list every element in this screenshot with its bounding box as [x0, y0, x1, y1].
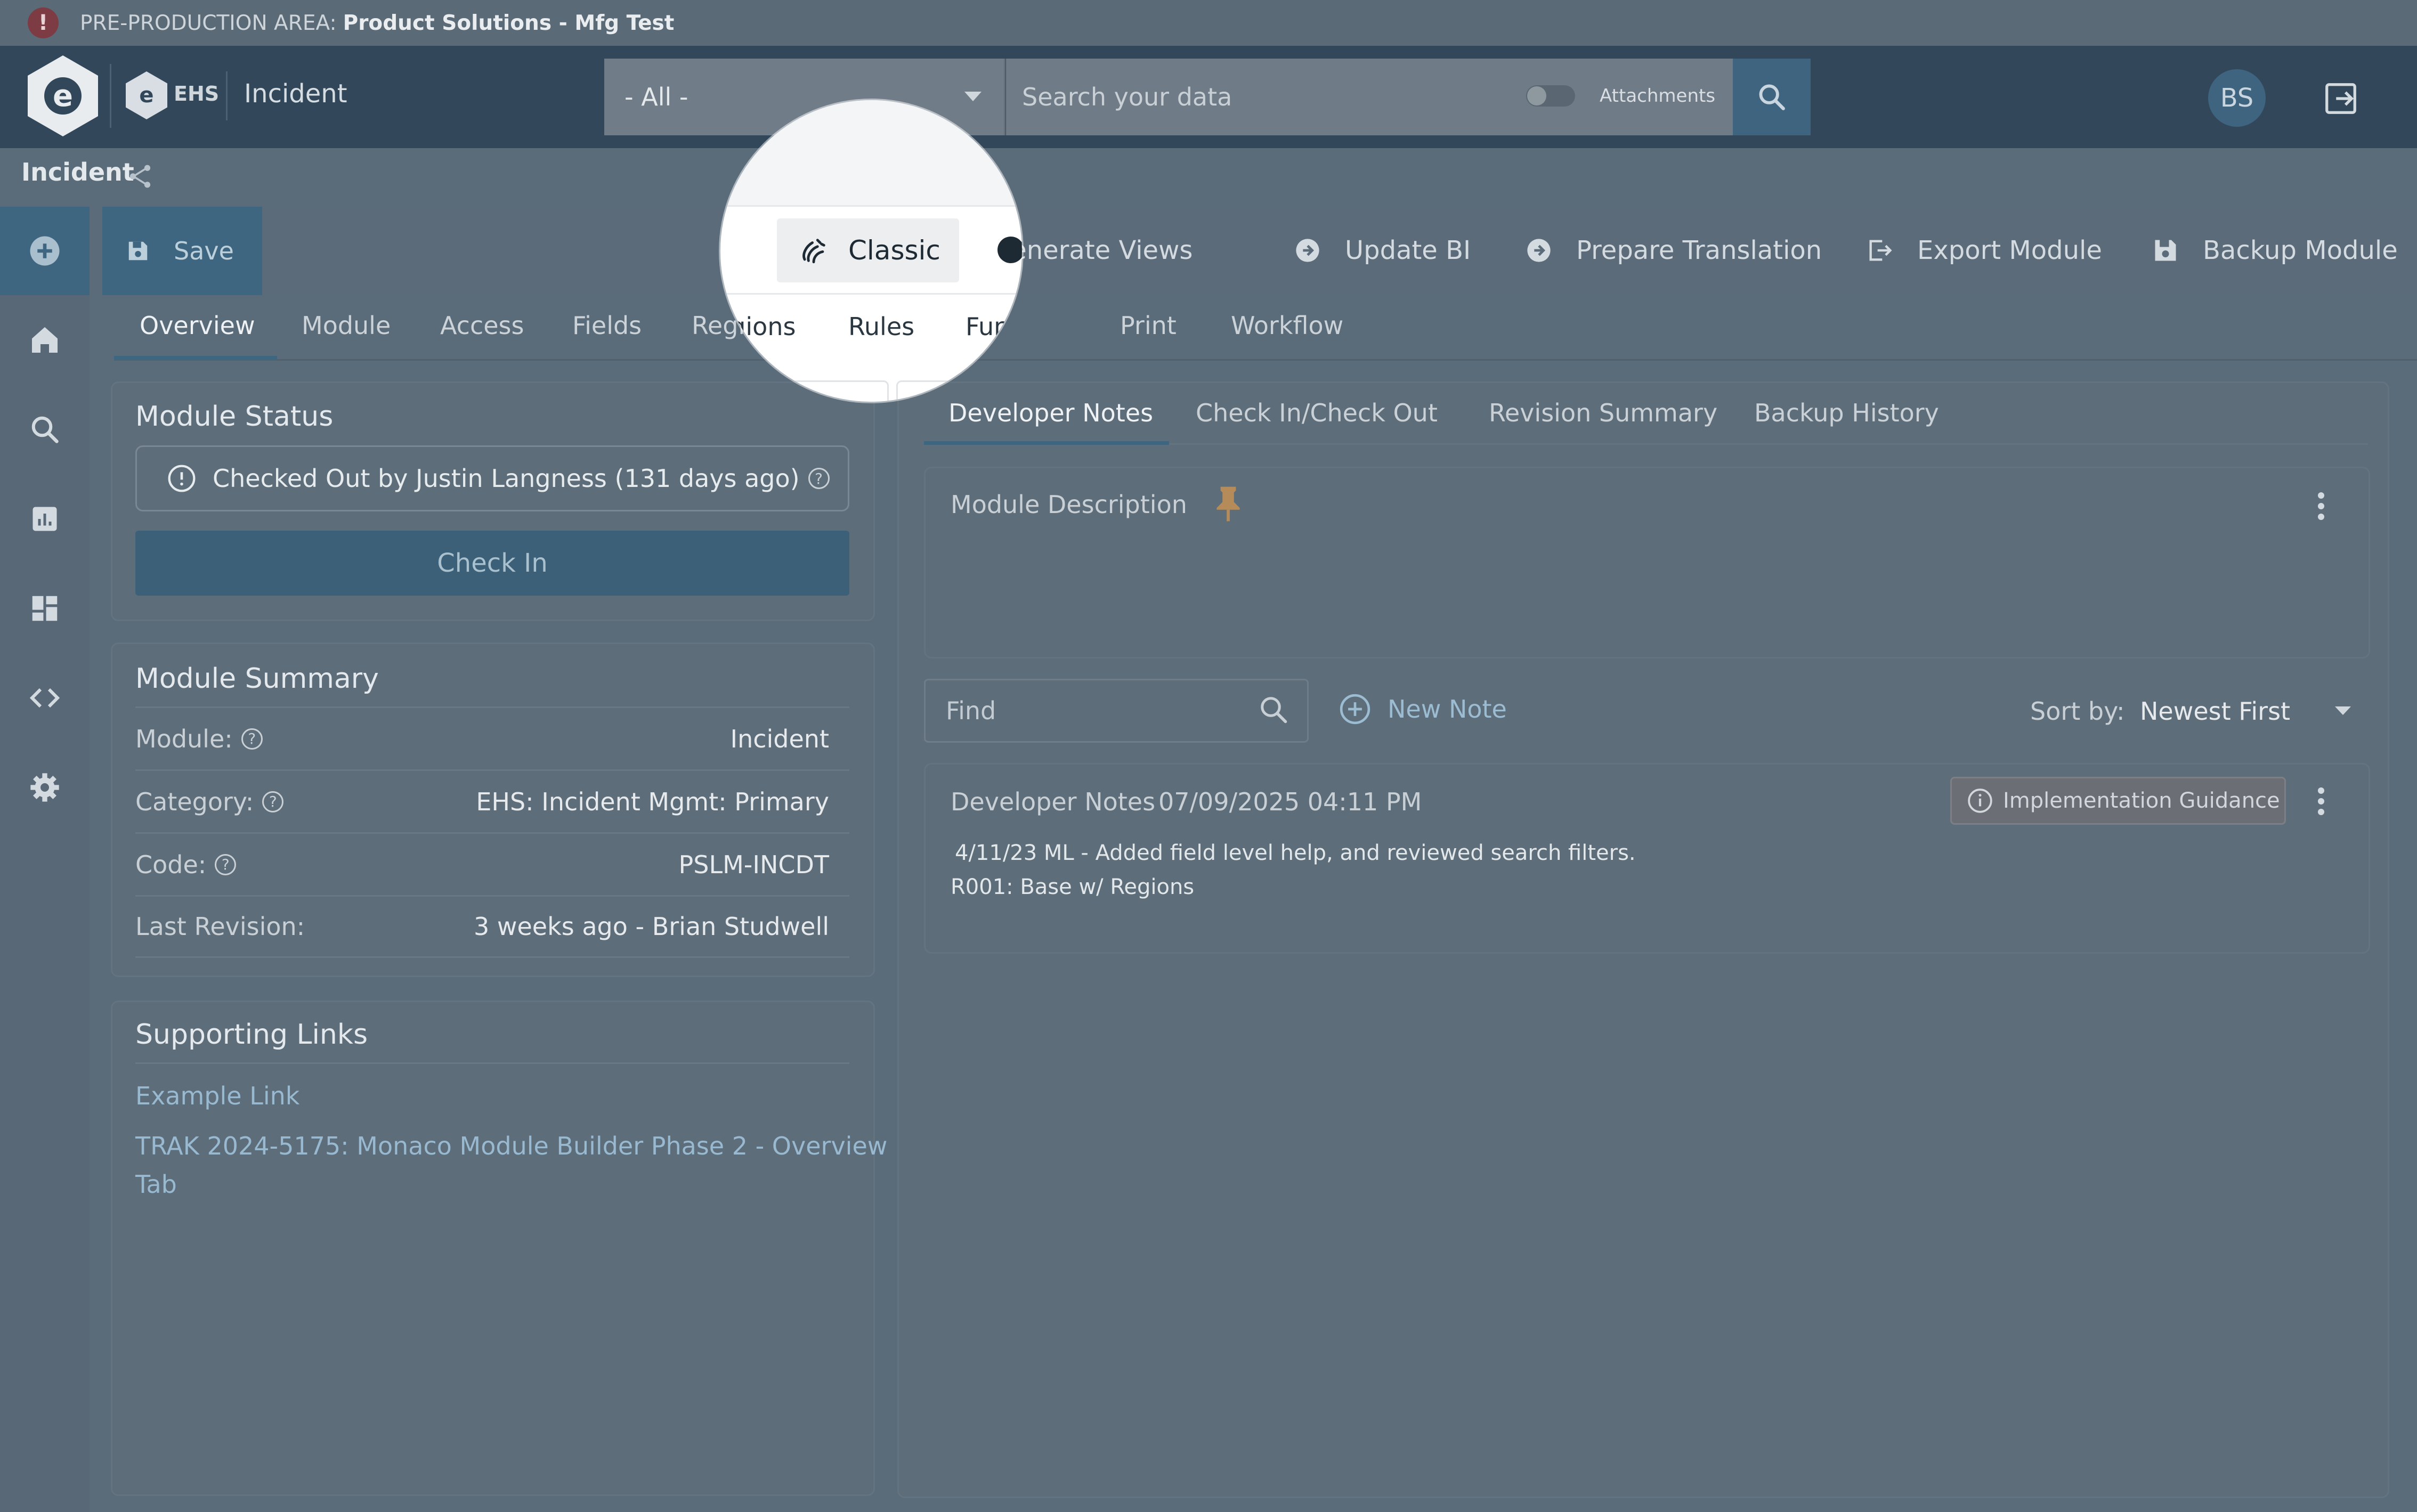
breadcrumb: Incident: [21, 158, 134, 186]
module-summary-title: Module Summary: [135, 663, 379, 695]
check-in-button[interactable]: Check In: [135, 531, 849, 596]
gear-icon: [30, 773, 59, 802]
search-button[interactable]: [1733, 59, 1811, 135]
link-trak[interactable]: TRAK 2024-5175: Monaco Module Builder Ph…: [135, 1132, 887, 1160]
supporting-links-title: Supporting Links: [135, 1019, 368, 1051]
info-icon: [168, 465, 196, 492]
summary-row-last-revision: Last Revision: 3 weeks ago - Brian Studw…: [135, 895, 849, 958]
save-button[interactable]: Save: [102, 207, 262, 295]
link-trak-cont[interactable]: Tab: [135, 1170, 177, 1199]
plus-circle-icon: [30, 236, 60, 266]
summary-row-category: Category:? EHS: Incident Mgmt: Primary: [135, 769, 849, 832]
arrow-circle-icon: [1527, 239, 1551, 262]
tab-active-indicator: [114, 356, 277, 360]
kebab-icon[interactable]: [2317, 787, 2325, 815]
classic-icon: [802, 239, 825, 264]
prepare-translation-button[interactable]: Prepare Translation: [1525, 229, 1822, 272]
plus-circle-icon: [1340, 694, 1370, 725]
tab-backup-history[interactable]: Backup History: [1754, 399, 1939, 427]
info-icon: [1968, 788, 1992, 813]
logout-icon[interactable]: [2322, 80, 2359, 117]
save-icon: [128, 241, 148, 261]
note-date: 07/09/2025 04:11 PM: [1158, 787, 1422, 816]
arrow-circle-icon: [1296, 239, 1319, 262]
tab-rules[interactable]: Rules: [848, 312, 914, 341]
new-note-button[interactable]: New Note: [1339, 693, 1507, 726]
sort-label: Sort by:: [2030, 697, 2125, 726]
caret-down-icon: [2335, 706, 2351, 715]
sidebar-item-settings[interactable]: [26, 768, 64, 807]
tabs-divider: [114, 359, 2417, 361]
tab-overview[interactable]: Overview: [140, 311, 255, 340]
tab-fields[interactable]: Fields: [572, 311, 642, 340]
sidebar-add-button[interactable]: [0, 207, 90, 295]
chart-icon: [33, 507, 57, 531]
search-icon: [31, 416, 59, 443]
sidebar-item-search[interactable]: [26, 410, 64, 449]
right-tab-active-indicator: [924, 441, 1169, 445]
save-icon: [2155, 240, 2176, 261]
backup-module-button[interactable]: Backup Module: [2152, 229, 2398, 272]
preprod-banner: ! PRE-PRODUCTION AREA: Product Solutions…: [0, 0, 2417, 46]
update-bi-button[interactable]: Update BI: [1294, 229, 1471, 272]
supporting-links-card: [111, 1001, 875, 1496]
implementation-guidance-badge: Implementation Guidance: [1950, 777, 2286, 825]
code-icon: [29, 688, 60, 708]
search-icon: [1261, 697, 1287, 724]
search-icon: [1759, 84, 1785, 110]
ehs-label: EHS: [174, 82, 220, 105]
header-divider: [110, 64, 111, 128]
attachments-label: Attachments: [1600, 85, 1716, 107]
kebab-icon[interactable]: [2317, 492, 2325, 520]
tab-check-in-out[interactable]: Check In/Check Out: [1196, 399, 1438, 427]
tab-revision-summary[interactable]: Revision Summary: [1489, 399, 1717, 427]
avatar[interactable]: BS: [2208, 69, 2266, 127]
alert-icon: !: [28, 7, 59, 38]
sidebar-item-home[interactable]: [26, 321, 64, 359]
classic-button[interactable]: Classic: [777, 218, 959, 282]
help-icon[interactable]: ?: [215, 853, 237, 875]
notes-find-input[interactable]: [924, 679, 1309, 743]
summary-row-code: Code:? PSLM-INCDT: [135, 832, 849, 895]
sidebar: [0, 207, 90, 1512]
card-edge: [779, 380, 889, 402]
checkout-status: Checked Out by Justin Langness (131 days…: [135, 445, 849, 511]
sort-select[interactable]: Newest First: [2140, 693, 2369, 730]
tab-module[interactable]: Module: [302, 311, 391, 340]
attachments-toggle[interactable]: [1526, 85, 1575, 107]
note-line-1: 4/11/23 ML - Added field level help, and…: [955, 841, 1636, 865]
help-icon[interactable]: ?: [241, 728, 263, 750]
divider: [135, 1062, 849, 1064]
card-edge: [896, 380, 1006, 402]
summary-row-module: Module:? Incident: [135, 706, 849, 769]
spotlight-overlay: Classic Regions Rules Functions: [720, 100, 1022, 402]
link-example[interactable]: Example Link: [135, 1082, 299, 1110]
pin-icon[interactable]: [1214, 485, 1243, 523]
home-icon: [32, 327, 58, 353]
arrow-circle-icon: [997, 237, 1022, 263]
help-icon[interactable]: ?: [262, 791, 284, 812]
tab-regions-zoom: Regions: [720, 312, 796, 341]
help-icon[interactable]: ?: [808, 468, 830, 489]
sidebar-item-reports[interactable]: [26, 500, 64, 538]
module-description-label: Module Description: [951, 490, 1187, 519]
tab-workflow[interactable]: Workflow: [1231, 311, 1343, 340]
dashboard-icon: [32, 596, 58, 621]
note-title: Developer Notes: [951, 787, 1156, 816]
export-icon: [1869, 240, 1892, 261]
sidebar-item-code[interactable]: [26, 679, 64, 717]
share-icon[interactable]: [126, 162, 155, 191]
export-module-button[interactable]: Export Module: [1866, 229, 2102, 272]
note-line-2: R001: Base w/ Regions: [951, 875, 1195, 899]
tab-print[interactable]: Print: [1120, 311, 1177, 340]
tab-access[interactable]: Access: [440, 311, 524, 340]
module-status-title: Module Status: [135, 401, 334, 433]
header-title: Incident: [244, 79, 347, 109]
tab-developer-notes[interactable]: Developer Notes: [948, 399, 1153, 427]
banner-prefix: PRE-PRODUCTION AREA:: [80, 11, 337, 35]
sidebar-item-dashboards[interactable]: [26, 589, 64, 628]
banner-env: Product Solutions - Mfg Test: [343, 11, 675, 35]
tab-functions[interactable]: Functions: [966, 312, 1022, 341]
header-divider: [226, 71, 228, 120]
